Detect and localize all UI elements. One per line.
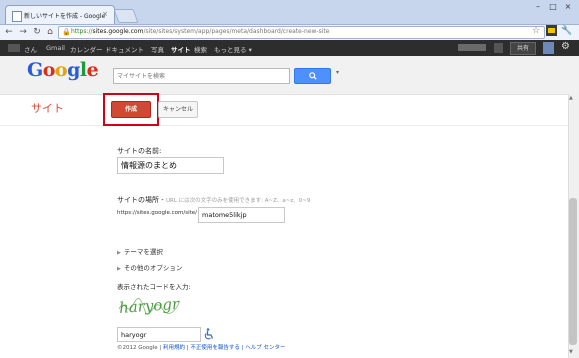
close-tab-icon[interactable]: × xyxy=(102,10,108,18)
site-search-box xyxy=(113,68,290,84)
captcha-label: 表示されたコードを入力: xyxy=(117,283,191,291)
site-name-field xyxy=(117,157,224,174)
page-icon xyxy=(12,11,22,22)
browser-tab[interactable]: 新しいサイトを作成 - Google × xyxy=(5,5,115,25)
more-options-expander[interactable]: ▶ その他のオプション xyxy=(117,262,182,272)
gbar-item-photos[interactable]: 写真 xyxy=(151,44,164,54)
scroll-up-icon[interactable]: ▲ xyxy=(569,95,573,101)
logo-letter: o xyxy=(42,59,56,81)
site-location-title: サイトの場所 - xyxy=(117,196,164,204)
logo-letter: g xyxy=(67,59,80,81)
scrollbar-thumb[interactable] xyxy=(569,198,577,345)
gbar-item-sites[interactable]: サイト xyxy=(171,44,191,54)
expand-arrow-icon: ▶ xyxy=(117,250,121,256)
gear-icon[interactable]: ⚙ xyxy=(561,41,570,52)
url-scheme: https:// xyxy=(71,28,93,35)
redacted-account xyxy=(458,44,486,51)
url-host: sites.google.com xyxy=(92,28,144,35)
scroll-down-icon[interactable]: ▼ xyxy=(569,349,573,355)
wrench-icon[interactable]: 🔧 xyxy=(561,25,573,38)
accessibility-icon[interactable] xyxy=(204,328,214,340)
url-path: /site/sites/system/app/pages/meta/dashbo… xyxy=(143,28,330,35)
back-icon[interactable]: ← xyxy=(3,26,15,39)
theme-label: テーマを選択 xyxy=(123,248,163,256)
close-window-icon[interactable]: × xyxy=(561,2,575,12)
forward-icon[interactable]: → xyxy=(17,26,29,39)
search-icon xyxy=(308,72,317,80)
tab-title: 新しいサイトを作成 - Google xyxy=(24,13,106,20)
google-logo[interactable]: Google xyxy=(27,59,99,81)
gbar-item-user[interactable]: さん xyxy=(24,44,37,54)
captcha-input[interactable] xyxy=(118,328,202,341)
star-icon[interactable]: ☆ xyxy=(530,25,542,38)
logo-letter: G xyxy=(27,59,43,81)
logo-letter: e xyxy=(86,59,99,81)
site-url-field xyxy=(198,207,285,223)
site-name-label: サイトの名前: xyxy=(117,147,162,155)
create-button[interactable]: 作成 xyxy=(111,101,151,118)
report-abuse-link[interactable]: | 不正使用を報告する xyxy=(187,345,240,351)
maximize-icon[interactable]: □ xyxy=(546,2,560,12)
share-button[interactable]: 共有 xyxy=(510,42,536,55)
gbar-item-more[interactable]: もっと見る ▾ xyxy=(214,44,252,54)
captcha-image: haryogr xyxy=(117,291,187,319)
theme-expander[interactable]: ▶ テーマを選択 xyxy=(117,246,163,256)
search-button[interactable] xyxy=(294,68,331,84)
gbar-item-calendar[interactable]: カレンダー xyxy=(70,44,103,54)
logo-letter: l xyxy=(79,59,87,81)
search-options-dropdown[interactable]: ▾ xyxy=(336,69,339,76)
redacted-username xyxy=(8,44,20,52)
site-name-input[interactable] xyxy=(118,158,224,173)
terms-link[interactable]: 利用規約 xyxy=(163,345,185,351)
page-title: サイト xyxy=(31,102,64,115)
site-location-label: サイトの場所 - URL には次の文字のみを使用できます: A~Z、a~z、0~… xyxy=(117,195,310,205)
url-prefix: https://sites.google.com/site/ xyxy=(117,210,198,216)
gbar-item-docs[interactable]: ドキュメント xyxy=(105,44,144,54)
reload-icon[interactable]: ↻ xyxy=(31,26,43,39)
address-bar[interactable]: 🔒 https://sites.google.com/site/sites/sy… xyxy=(58,26,545,39)
site-search-input[interactable] xyxy=(114,69,280,83)
footer: ©2012 Google | 利用規約 | 不正使用を報告する | ヘルプ セン… xyxy=(117,343,285,351)
site-url-input[interactable] xyxy=(199,208,285,222)
avatar[interactable] xyxy=(543,42,554,54)
lock-icon: 🔒 xyxy=(62,28,71,36)
gbar-item-gmail[interactable]: Gmail xyxy=(46,44,65,52)
home-icon[interactable]: ⌂ xyxy=(44,26,56,39)
title-row xyxy=(0,95,579,126)
minimize-icon[interactable]: – xyxy=(531,2,545,12)
captcha-text: haryogr xyxy=(119,295,181,317)
extension-icon[interactable] xyxy=(545,25,557,38)
notification-icon[interactable] xyxy=(494,43,503,53)
gbar-item-search[interactable]: 検索 xyxy=(194,44,207,54)
help-center-link[interactable]: | ヘルプ センター xyxy=(242,345,286,351)
google-bar: さん Gmail カレンダー ドキュメント 写真 サイト 検索 もっと見る ▾ … xyxy=(0,40,579,56)
logo-letter: o xyxy=(54,59,68,81)
site-location-hint: URL には次の文字のみを使用できます: A~Z、a~z、0~9 xyxy=(166,198,311,204)
expand-arrow-icon: ▶ xyxy=(117,266,121,272)
footer-copyright: ©2012 Google | xyxy=(117,345,162,351)
captcha-field xyxy=(117,327,202,342)
more-options-label: その他のオプション xyxy=(123,264,183,272)
cancel-button[interactable]: キャンセル xyxy=(158,101,198,118)
